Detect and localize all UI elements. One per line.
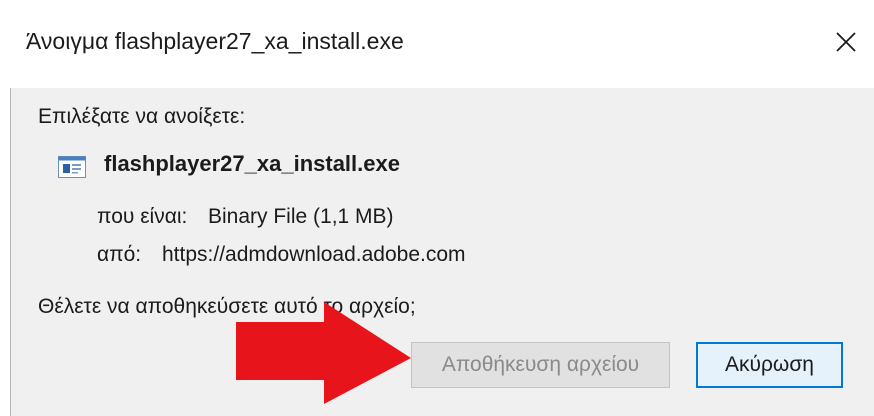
dialog-content: Επιλέξατε να ανοίξετε: flashplayer27_xa_… — [10, 88, 874, 416]
close-button[interactable] — [818, 14, 874, 70]
window-title: Άνοιγμα flashplayer27_xa_install.exe — [26, 28, 404, 54]
exe-file-icon — [58, 156, 86, 178]
open-file-dialog: Άνοιγμα flashplayer27_xa_install.exe Επι… — [0, 0, 874, 416]
file-name: flashplayer27_xa_install.exe — [104, 151, 400, 176]
from-value: https://admdownload.adobe.com — [162, 243, 466, 266]
prompt-label: Επιλέξατε να ανοίξετε: — [38, 105, 246, 128]
red-arrow-pointer-icon — [236, 302, 411, 404]
type-label: που είναι: — [97, 205, 188, 228]
title-bar: Άνοιγμα flashplayer27_xa_install.exe — [0, 0, 874, 88]
cancel-button[interactable]: Ακύρωση — [696, 342, 843, 388]
close-icon — [836, 32, 856, 52]
save-file-button[interactable]: Αποθήκευση αρχείου — [411, 342, 670, 388]
from-label: από: — [97, 243, 142, 266]
type-value: Binary File (1,1 MB) — [208, 205, 394, 228]
